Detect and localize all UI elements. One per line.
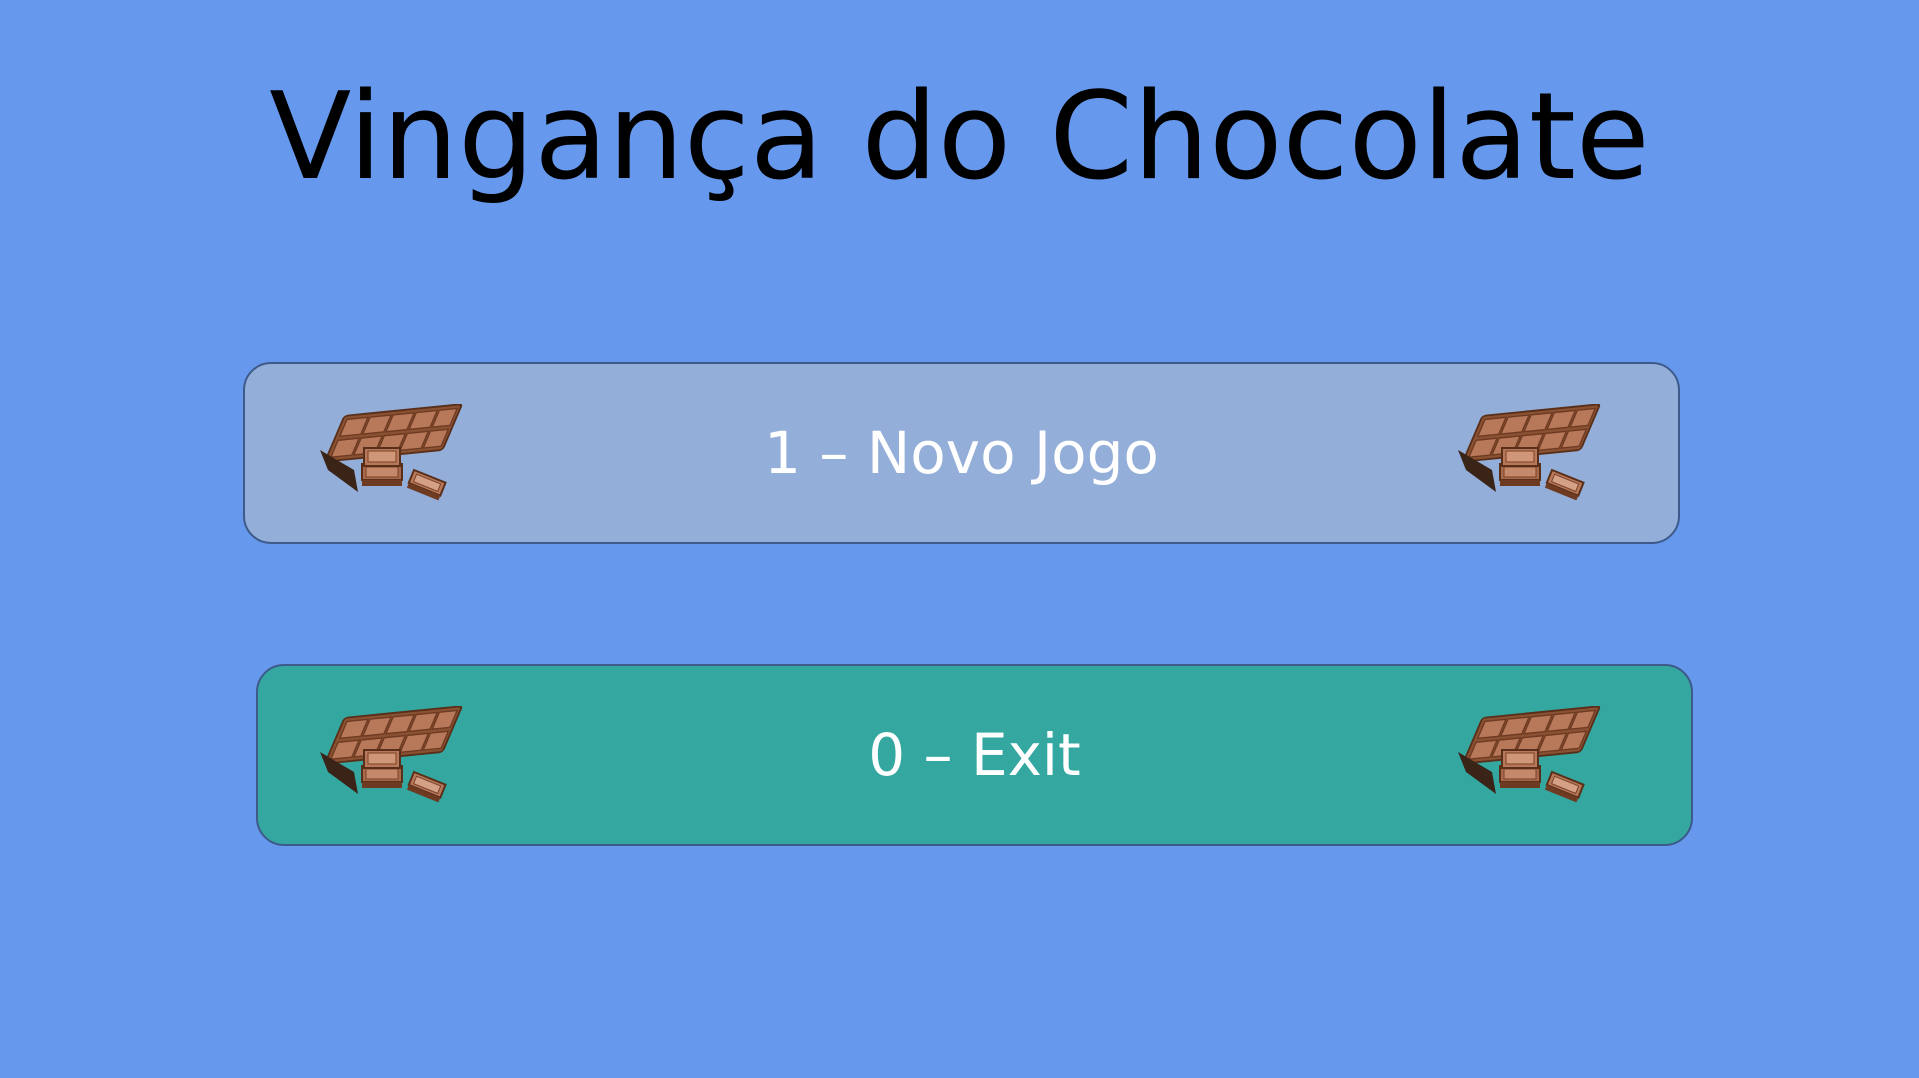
chocolate-bar-icon bbox=[1456, 404, 1606, 504]
new-game-button[interactable]: 1 – Novo Jogo bbox=[243, 362, 1680, 544]
chocolate-bar-icon bbox=[1456, 706, 1606, 806]
exit-button[interactable]: 0 – Exit bbox=[256, 664, 1693, 846]
game-title: Vingança do Chocolate bbox=[269, 68, 1650, 207]
